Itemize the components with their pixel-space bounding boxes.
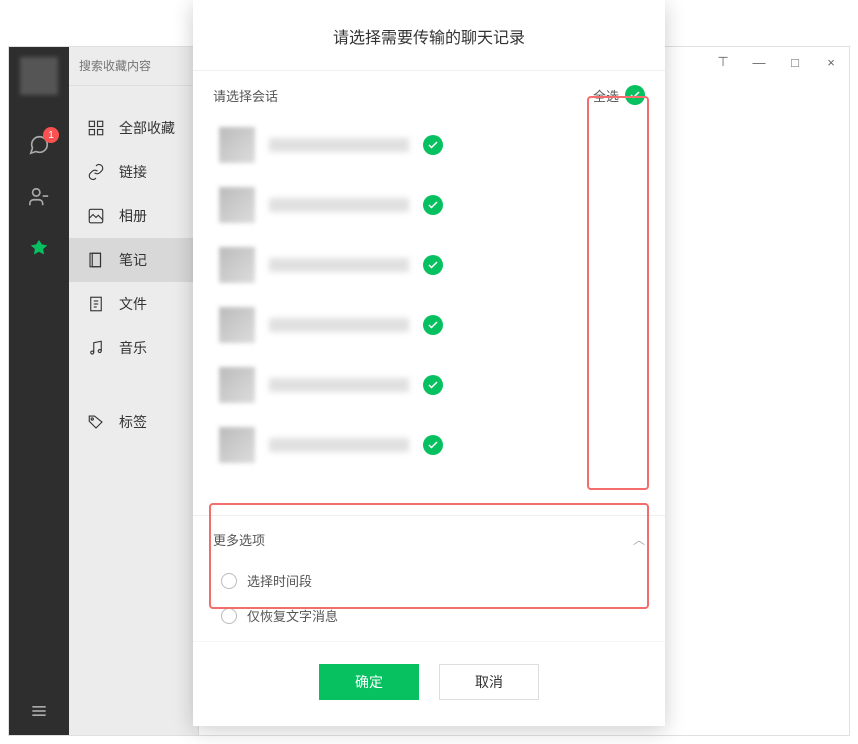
- conversation-name-blurred: [269, 378, 409, 392]
- check-icon[interactable]: [423, 255, 443, 275]
- conversation-name-blurred: [269, 138, 409, 152]
- conversation-name-blurred: [269, 438, 409, 452]
- radio-icon: [221, 608, 237, 624]
- chevron-up-icon: ︿: [633, 531, 645, 548]
- conversation-name-blurred: [269, 318, 409, 332]
- nav-links[interactable]: 链接: [69, 150, 198, 194]
- check-icon[interactable]: [423, 435, 443, 455]
- nav-label: 笔记: [119, 250, 147, 270]
- conversation-avatar: [219, 427, 255, 463]
- nav-files[interactable]: 文件: [69, 282, 198, 326]
- nav-label: 链接: [119, 162, 147, 182]
- menu-icon[interactable]: [29, 701, 49, 721]
- cancel-button[interactable]: 取消: [439, 664, 539, 700]
- conversation-list: [193, 115, 665, 515]
- confirm-button[interactable]: 确定: [319, 664, 419, 700]
- check-icon[interactable]: [423, 195, 443, 215]
- dialog-title: 请选择需要传输的聊天记录: [193, 0, 665, 71]
- conversation-avatar: [219, 127, 255, 163]
- close-button[interactable]: ×: [813, 47, 849, 77]
- nav-notes[interactable]: 笔记: [69, 238, 198, 282]
- pin-button[interactable]: ⊤: [705, 47, 741, 77]
- conversation-avatar: [219, 367, 255, 403]
- favorites-icon[interactable]: [27, 237, 51, 261]
- check-icon: [625, 85, 645, 105]
- minimize-button[interactable]: —: [741, 47, 777, 77]
- nav-album[interactable]: 相册: [69, 194, 198, 238]
- option-text-only[interactable]: 仅恢复文字消息: [213, 598, 645, 633]
- conversation-avatar: [219, 307, 255, 343]
- window-controls: ⊤ — □ ×: [705, 47, 849, 77]
- more-options-section: 更多选项 ︿ 选择时间段 仅恢复文字消息: [193, 515, 665, 641]
- chat-badge: 1: [43, 127, 59, 143]
- check-icon[interactable]: [423, 135, 443, 155]
- more-options-header[interactable]: 更多选项 ︿: [213, 530, 645, 549]
- select-conversation-label: 请选择会话: [213, 86, 278, 105]
- check-icon[interactable]: [423, 375, 443, 395]
- select-all-label: 全选: [593, 86, 619, 105]
- nav-tags[interactable]: 标签: [69, 400, 198, 444]
- maximize-button[interactable]: □: [777, 47, 813, 77]
- nav-label: 音乐: [119, 338, 147, 358]
- conversation-name-blurred: [269, 258, 409, 272]
- search-input[interactable]: [79, 55, 188, 77]
- more-options-label: 更多选项: [213, 530, 265, 549]
- conversation-item[interactable]: [193, 235, 665, 295]
- contacts-icon[interactable]: [27, 185, 51, 209]
- nav-music[interactable]: 音乐: [69, 326, 198, 370]
- conversation-item[interactable]: [193, 355, 665, 415]
- dialog-footer: 确定 取消: [193, 641, 665, 726]
- radio-icon: [221, 573, 237, 589]
- option-label: 选择时间段: [247, 571, 312, 590]
- conversation-item[interactable]: [193, 415, 665, 475]
- conversation-item[interactable]: [193, 115, 665, 175]
- category-sidebar: 全部收藏 链接 相册 笔记 文件 音乐: [69, 47, 199, 735]
- nav-all-favorites[interactable]: 全部收藏: [69, 106, 198, 150]
- user-avatar[interactable]: [20, 57, 58, 95]
- conversation-avatar: [219, 187, 255, 223]
- conversation-avatar: [219, 247, 255, 283]
- nav-label: 文件: [119, 294, 147, 314]
- nav-label: 标签: [119, 412, 147, 432]
- search-box: [69, 47, 198, 86]
- conversation-item[interactable]: [193, 295, 665, 355]
- left-nav-bar: 1: [9, 47, 69, 735]
- option-time-range[interactable]: 选择时间段: [213, 563, 645, 598]
- select-all-toggle[interactable]: 全选: [593, 85, 645, 105]
- conversation-item[interactable]: [193, 175, 665, 235]
- option-label: 仅恢复文字消息: [247, 606, 338, 625]
- chat-icon[interactable]: 1: [27, 133, 51, 157]
- transfer-dialog: 请选择需要传输的聊天记录 请选择会话 全选: [193, 0, 665, 726]
- conversation-header: 请选择会话 全选: [193, 71, 665, 115]
- check-icon[interactable]: [423, 315, 443, 335]
- conversation-name-blurred: [269, 198, 409, 212]
- nav-label: 相册: [119, 206, 147, 226]
- nav-label: 全部收藏: [119, 118, 175, 138]
